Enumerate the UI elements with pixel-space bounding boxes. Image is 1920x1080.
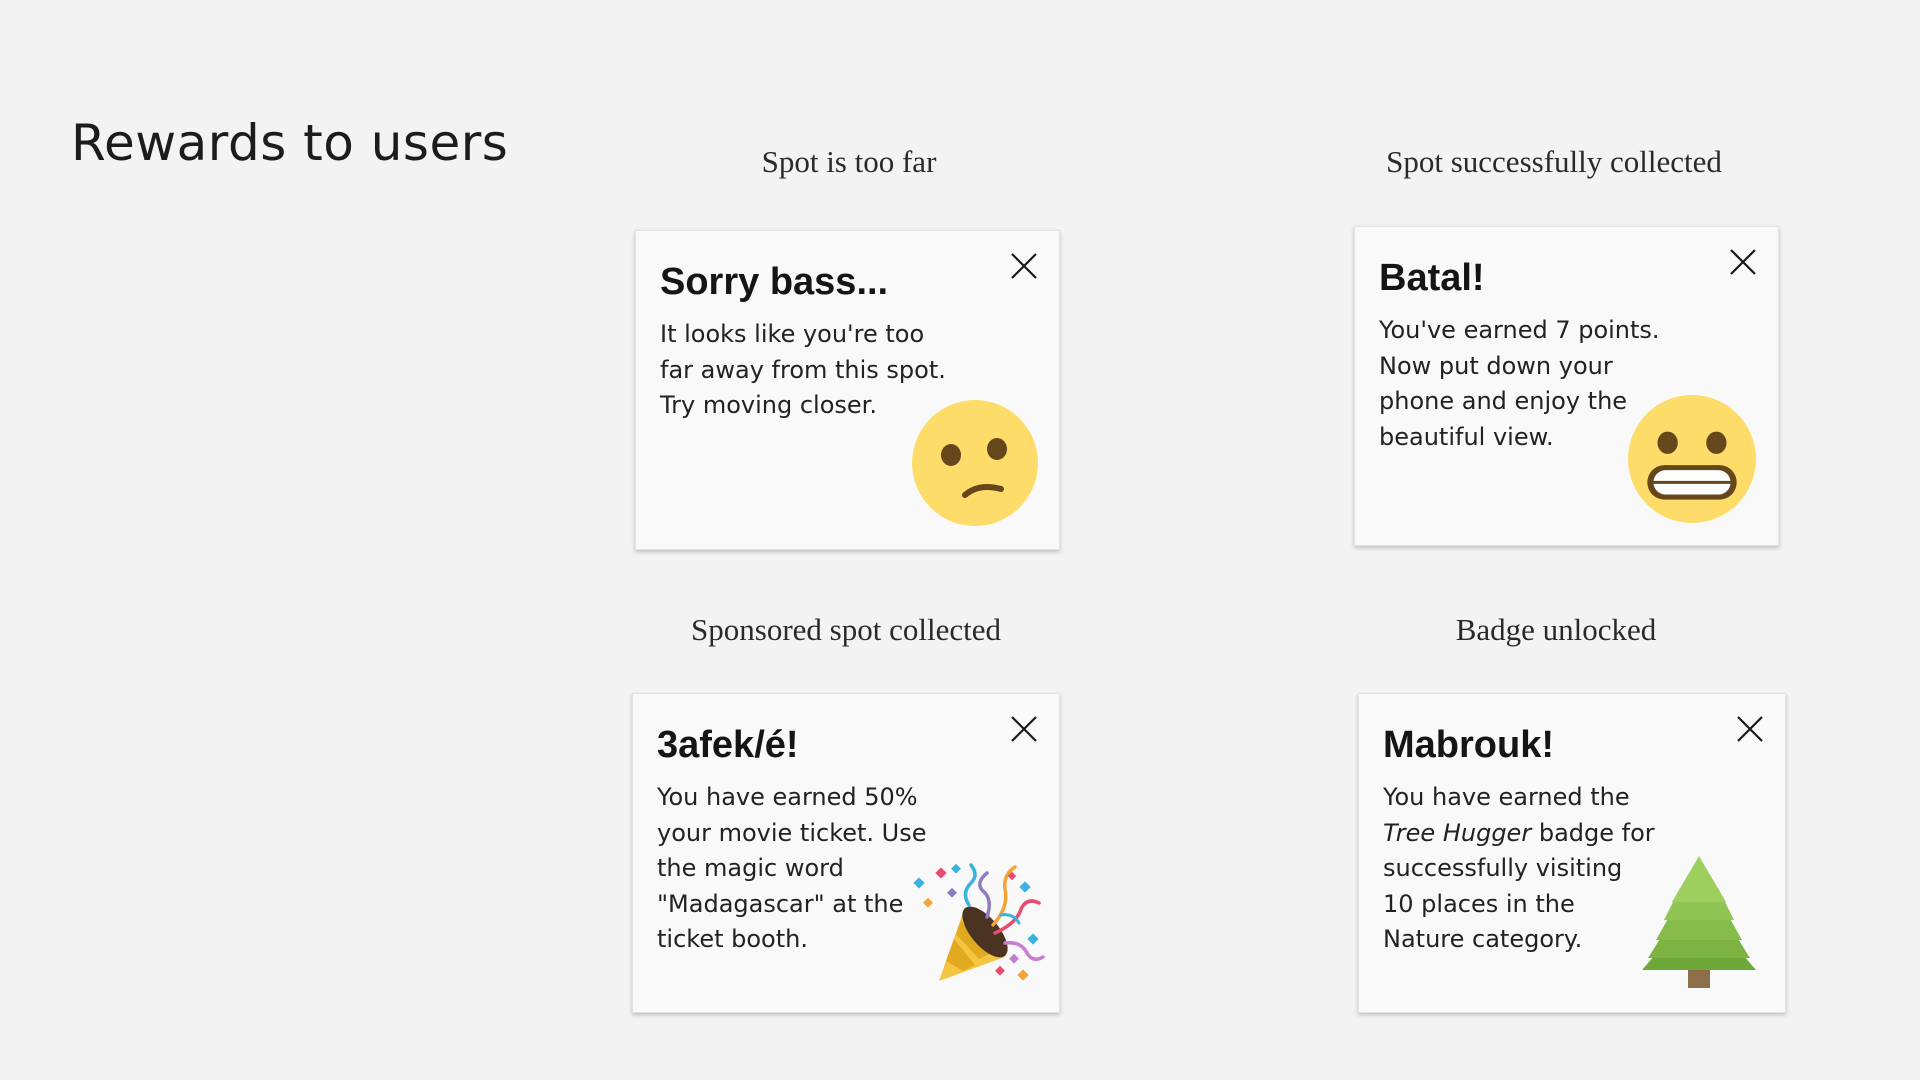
card-title: Batal!	[1379, 257, 1485, 299]
close-icon	[1737, 716, 1763, 742]
card-message-line: Nature category.	[1383, 925, 1583, 953]
card-message-line: 10 places in the	[1383, 889, 1575, 918]
card-message-line: beautiful view.	[1379, 422, 1554, 451]
card-message-line: "Madagascar" at the	[657, 889, 904, 918]
confused-face-icon	[911, 399, 1039, 527]
card-message-line: You have earned the	[1383, 783, 1630, 811]
too-far-card: Sorry bass... It looks like you're too f…	[635, 230, 1060, 550]
card-message-fragment: badge for	[1538, 818, 1655, 847]
section-label-sponsored: Sponsored spot collected	[691, 612, 1001, 647]
section-label-too-far: Spot is too far	[761, 144, 937, 179]
card-title: Mabrouk!	[1383, 724, 1554, 766]
card-message-line: phone and enjoy the	[1379, 387, 1628, 415]
card-message-line: Try moving closer.	[660, 391, 877, 419]
card-message: You have earned the Tree Hugger badge fo…	[1383, 780, 1655, 958]
card-message-line: successfully visiting	[1383, 854, 1623, 882]
section-label-collected: Spot successfully collected	[1386, 144, 1722, 179]
card-message-line: ticket booth.	[657, 925, 808, 953]
slide: Rewards to users Spot is too far Spot su…	[0, 0, 1920, 1080]
close-button[interactable]	[1009, 714, 1039, 744]
card-message-line: Tree Hugger badge for	[1383, 816, 1655, 852]
close-icon	[1011, 253, 1037, 279]
badge-name: Tree Hugger	[1383, 818, 1532, 847]
grimacing-face-icon	[1627, 394, 1757, 524]
card-message-line: You've earned 7 points.	[1379, 316, 1660, 344]
card-message-line: Now put down your	[1379, 351, 1613, 380]
card-message: You've earned 7 points. Now put down you…	[1379, 313, 1660, 455]
card-message-line: the magic word	[657, 854, 844, 882]
card-title: 3afek/é!	[657, 724, 799, 766]
card-title: Sorry bass...	[660, 261, 889, 303]
card-message-line: It looks like you're too	[660, 320, 925, 348]
party-popper-icon	[909, 859, 1049, 989]
page-title: Rewards to users	[71, 114, 509, 172]
close-icon	[1730, 249, 1756, 275]
card-message: It looks like you're too far away from t…	[660, 317, 946, 424]
evergreen-tree-icon	[1634, 854, 1764, 990]
close-button[interactable]	[1728, 247, 1758, 277]
card-message: You have earned 50% your movie ticket. U…	[657, 780, 927, 958]
close-button[interactable]	[1009, 251, 1039, 281]
close-icon	[1011, 716, 1037, 742]
collected-card: Batal! You've earned 7 points. Now put d…	[1354, 226, 1779, 546]
card-message-line: far away from this spot.	[660, 355, 946, 384]
card-message-line: your movie ticket. Use	[657, 818, 927, 847]
sponsored-card: 3afek/é! You have earned 50% your movie …	[632, 693, 1060, 1013]
card-message-line: You have earned 50%	[657, 783, 918, 811]
section-label-badge: Badge unlocked	[1455, 612, 1657, 647]
badge-card: Mabrouk! You have earned the Tree Hugger…	[1358, 693, 1786, 1013]
close-button[interactable]	[1735, 714, 1765, 744]
